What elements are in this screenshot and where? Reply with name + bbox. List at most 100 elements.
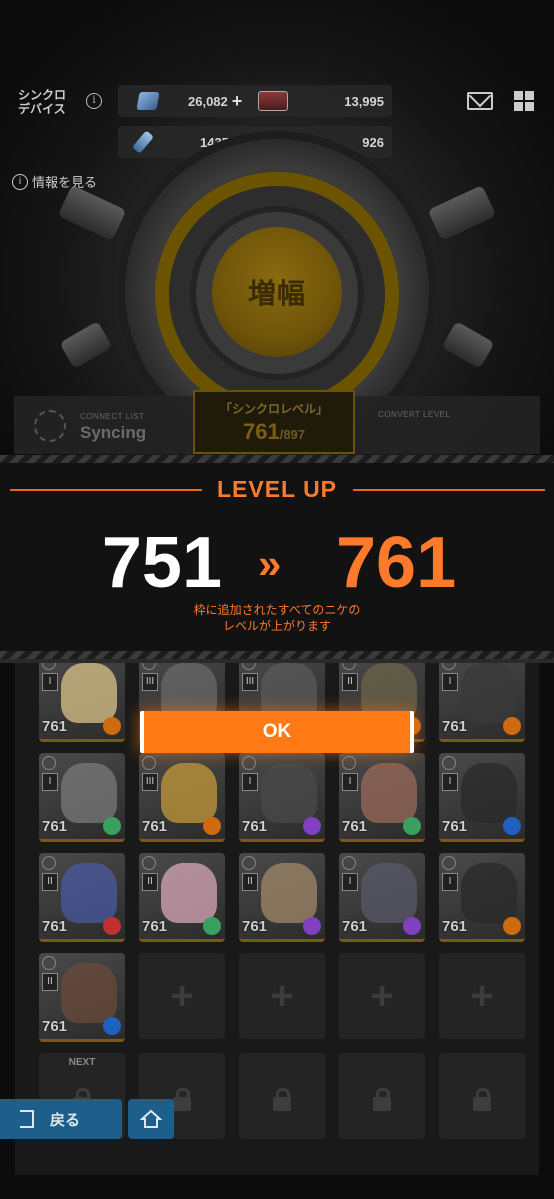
banner-stripe-top xyxy=(0,455,554,463)
element-icon xyxy=(403,917,421,935)
mail-icon[interactable] xyxy=(467,92,493,110)
burst-icon xyxy=(242,856,256,870)
back-button[interactable]: 戻る xyxy=(0,1099,122,1139)
character-slot[interactable]: I 761 xyxy=(339,753,425,842)
info-link[interactable]: i 情報を見る xyxy=(12,172,97,191)
battery-icon xyxy=(132,130,154,154)
add-gem-button[interactable]: + xyxy=(232,91,243,112)
next-label: NEXT xyxy=(68,1057,96,1068)
rank-badge: III xyxy=(142,773,158,791)
locked-slot xyxy=(439,1053,525,1139)
info-icon: i xyxy=(12,173,28,190)
sync-level-value: 761/897 xyxy=(195,419,353,445)
menu-grid-icon[interactable] xyxy=(514,91,534,111)
info-icon[interactable]: i xyxy=(86,93,102,109)
rank-badge: I xyxy=(442,673,458,691)
character-level: 761 xyxy=(442,718,468,735)
convert-level-label: CONVERT LEVEL xyxy=(378,410,451,419)
ok-button[interactable]: OK xyxy=(140,711,414,753)
burst-icon xyxy=(342,756,356,770)
connect-list-label: CONNECT LIST xyxy=(80,412,145,421)
plus-icon: + xyxy=(470,974,494,1018)
element-icon xyxy=(103,1017,121,1035)
character-slot[interactable]: I 761 xyxy=(39,753,125,842)
connect-gear-icon xyxy=(34,410,66,442)
character-portrait xyxy=(161,763,217,823)
character-slot[interactable]: II 761 xyxy=(39,853,125,942)
description-line-1: 枠に追加されたすべてのニケの xyxy=(193,603,361,617)
character-level: 761 xyxy=(42,1018,68,1035)
level-arrow-icon: » xyxy=(258,540,282,587)
character-level: 761 xyxy=(42,718,68,735)
character-portrait xyxy=(61,863,117,923)
banner-stripe-bottom xyxy=(0,651,554,659)
home-icon xyxy=(140,1109,162,1128)
character-slot[interactable]: I 761 xyxy=(439,753,525,842)
character-level: 761 xyxy=(342,818,368,835)
character-slot[interactable]: II 761 xyxy=(239,853,325,942)
element-icon xyxy=(103,717,121,735)
character-slot[interactable]: III 761 xyxy=(139,753,225,842)
rank-badge: II xyxy=(342,673,358,691)
character-slot[interactable]: II 761 xyxy=(139,853,225,942)
rank-badge: I xyxy=(342,873,358,891)
character-level: 761 xyxy=(342,918,368,935)
burst-icon xyxy=(342,856,356,870)
rank-badge: I xyxy=(442,773,458,791)
burst-icon xyxy=(142,856,156,870)
character-portrait xyxy=(61,963,117,1023)
rank-badge: I xyxy=(42,673,58,691)
element-icon xyxy=(203,817,221,835)
element-icon xyxy=(303,917,321,935)
exit-door-icon xyxy=(20,1110,34,1128)
plus-icon: + xyxy=(170,974,194,1018)
character-slot[interactable]: I 761 xyxy=(439,853,525,942)
character-slot[interactable]: I 761 xyxy=(39,653,125,742)
character-portrait xyxy=(261,763,317,823)
character-portrait xyxy=(261,863,317,923)
rank-badge: III xyxy=(142,673,158,691)
empty-slot[interactable]: + xyxy=(339,953,425,1039)
empty-slot[interactable]: + xyxy=(439,953,525,1039)
new-level: 761 xyxy=(336,523,457,603)
rank-badge: II xyxy=(42,873,58,891)
home-button[interactable] xyxy=(128,1099,174,1139)
rank-badge: I xyxy=(42,773,58,791)
character-level: 761 xyxy=(42,818,68,835)
info-link-label: 情報を見る xyxy=(32,175,98,190)
character-portrait xyxy=(161,863,217,923)
element-icon xyxy=(503,717,521,735)
character-level: 761 xyxy=(442,918,468,935)
rank-badge: II xyxy=(242,873,258,891)
rank-badge: II xyxy=(42,973,58,991)
core-count: 926 xyxy=(362,134,384,150)
burst-icon xyxy=(242,756,256,770)
burst-icon xyxy=(42,956,56,970)
resource-row-1: 26,082 + 13,995 xyxy=(118,85,392,117)
character-level: 761 xyxy=(442,818,468,835)
character-slot[interactable]: II 761 xyxy=(39,953,125,1042)
character-level: 761 xyxy=(142,818,168,835)
lock-icon xyxy=(173,1088,191,1111)
rank-badge: III xyxy=(242,673,258,691)
empty-slot[interactable]: + xyxy=(139,953,225,1039)
character-slot[interactable]: I 761 xyxy=(239,753,325,842)
rank-badge: I xyxy=(342,773,358,791)
sync-level-max: /897 xyxy=(279,427,306,442)
element-icon xyxy=(103,817,121,835)
lock-icon xyxy=(473,1088,491,1111)
locked-slot xyxy=(239,1053,325,1139)
character-level: 761 xyxy=(242,918,268,935)
element-icon xyxy=(503,817,521,835)
locked-slot xyxy=(339,1053,425,1139)
character-slot[interactable]: I 761 xyxy=(439,653,525,742)
sync-level-current: 761 xyxy=(242,419,280,444)
burst-icon xyxy=(442,756,456,770)
character-portrait xyxy=(361,763,417,823)
empty-slot[interactable]: + xyxy=(239,953,325,1039)
lock-icon xyxy=(373,1088,391,1111)
connect-status: Syncing xyxy=(80,423,147,442)
character-slot[interactable]: I 761 xyxy=(339,853,425,942)
character-level: 761 xyxy=(142,918,168,935)
amplify-button[interactable]: 増幅 xyxy=(212,227,342,357)
